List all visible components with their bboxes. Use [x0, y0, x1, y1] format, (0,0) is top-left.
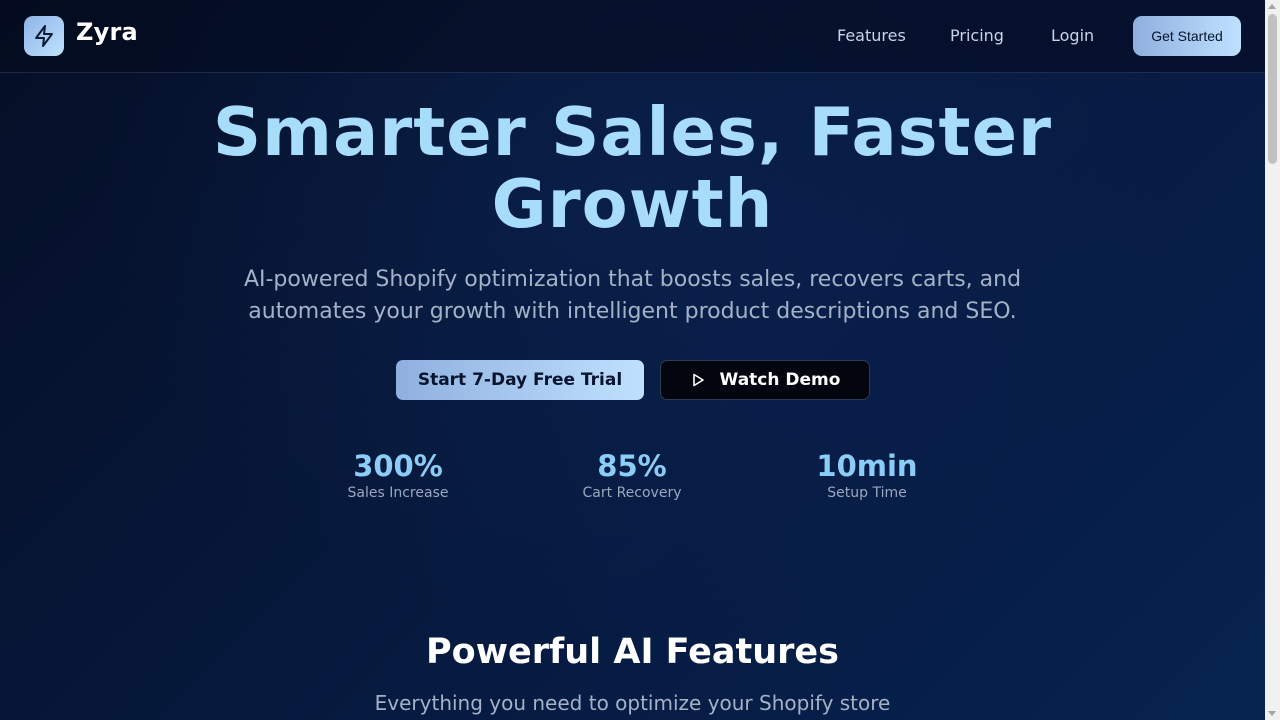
hero-subtitle: AI-powered Shopify optimization that boo… [212, 264, 1053, 328]
brand-name[interactable]: Zyra [76, 18, 138, 46]
hero-title-line-1: Smarter Sales, Faster [212, 93, 1053, 171]
stat-setup-time: 10min Setup Time [767, 448, 967, 502]
stat-value: 85% [597, 449, 667, 483]
lightning-bolt-icon [32, 24, 56, 48]
scrollbar-thumb[interactable] [1268, 14, 1277, 164]
hero-subtitle-line-2: automates your growth with intelligent p… [248, 299, 1017, 324]
landing-page: Zyra Features Pricing Login Get Started … [0, 0, 1265, 720]
hero-title-line-2: Growth [491, 165, 774, 243]
stat-cart-recovery: 85% Cart Recovery [532, 448, 732, 502]
features-section-subtitle: Everything you need to optimize your Sho… [374, 691, 891, 715]
watch-demo-button[interactable]: Watch Demo [660, 360, 870, 400]
hero-subtitle-line-1: AI-powered Shopify optimization that boo… [243, 267, 1022, 292]
get-started-button[interactable]: Get Started [1133, 16, 1241, 56]
start-free-trial-button[interactable]: Start 7-Day Free Trial [396, 360, 644, 400]
stat-label: Cart Recovery [582, 485, 682, 501]
top-navbar: Zyra Features Pricing Login Get Started [0, 0, 1265, 73]
play-icon [690, 372, 706, 388]
features-section-title: Powerful AI Features [426, 632, 839, 672]
stat-sales-increase: 300% Sales Increase [298, 448, 498, 502]
watch-demo-label: Watch Demo [719, 370, 841, 390]
vertical-scrollbar[interactable] [1265, 0, 1280, 720]
hero-title: Smarter Sales, Faster Growth [0, 96, 1265, 240]
nav-link-features[interactable]: Features [837, 26, 906, 46]
stat-value: 300% [353, 449, 443, 483]
stat-value: 10min [816, 449, 918, 483]
scroll-down-arrow-icon[interactable] [1268, 711, 1276, 716]
scroll-up-arrow-icon[interactable] [1268, 4, 1276, 9]
start-free-trial-label: Start 7-Day Free Trial [417, 370, 623, 390]
nav-link-login[interactable]: Login [1051, 26, 1094, 46]
stat-label: Sales Increase [347, 485, 449, 501]
stat-label: Setup Time [827, 485, 907, 501]
logo-badge[interactable] [24, 16, 64, 56]
nav-link-pricing[interactable]: Pricing [950, 26, 1004, 46]
